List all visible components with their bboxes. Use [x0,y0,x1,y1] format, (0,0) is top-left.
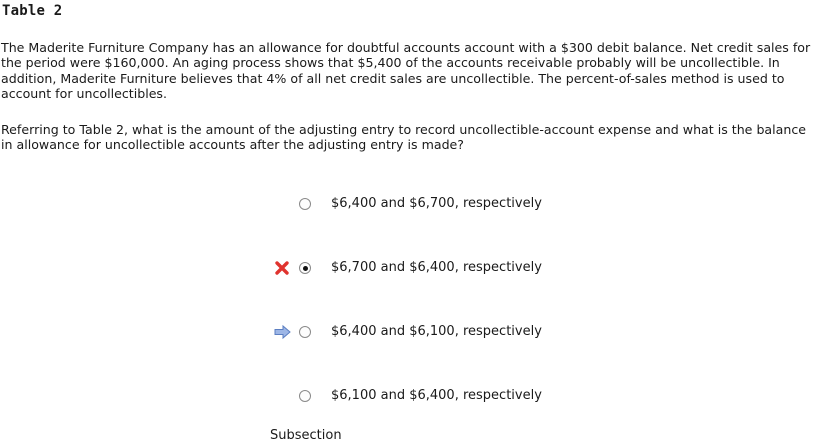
option-label[interactable]: $6,400 and $6,100, respectively [331,324,542,340]
question-context: The Maderite Furniture Company has an al… [1,40,811,102]
correct-arrow-icon [274,324,291,340]
question-text: Referring to Table 2, what is the amount… [1,122,807,153]
option-radio-selected[interactable] [299,262,311,274]
incorrect-x-icon [274,260,290,276]
option-label[interactable]: $6,400 and $6,700, respectively [331,196,542,212]
answer-option-3[interactable]: $6,400 and $6,100, respectively [270,322,670,342]
option-label[interactable]: $6,700 and $6,400, respectively [331,260,542,276]
option-label[interactable]: $6,100 and $6,400, respectively [331,388,542,404]
option-radio[interactable] [299,198,311,210]
answer-option-2[interactable]: $6,700 and $6,400, respectively [270,258,670,278]
answer-option-4[interactable]: $6,100 and $6,400, respectively [270,386,670,406]
answer-option-1[interactable]: $6,400 and $6,700, respectively [270,194,670,214]
table-title: Table 2 [2,3,63,19]
option-radio[interactable] [299,390,311,402]
option-radio[interactable] [299,326,311,338]
